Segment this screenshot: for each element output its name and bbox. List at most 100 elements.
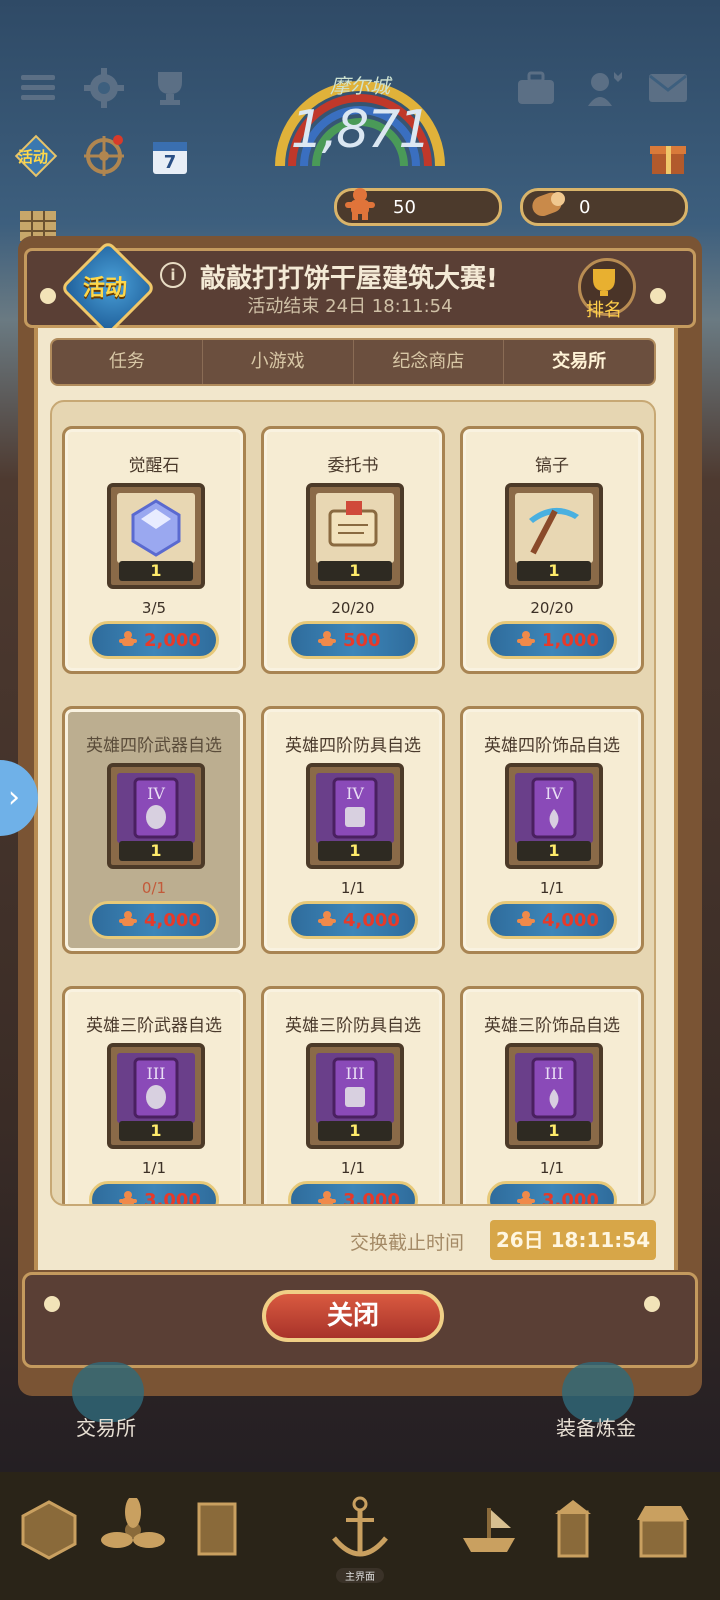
armor-selector-iv-icon: IV <box>316 773 394 843</box>
nav-propeller-icon[interactable] <box>96 1490 170 1570</box>
trophy-icon[interactable] <box>148 66 192 110</box>
gift-box-icon[interactable] <box>646 134 690 178</box>
buy-button[interactable]: 500 <box>288 621 418 659</box>
buy-button[interactable]: 4,000 <box>89 901 219 939</box>
svg-text:III: III <box>346 1064 365 1083</box>
nav-shop-icon[interactable] <box>626 1490 700 1570</box>
item-slot: III 1 <box>505 1043 603 1149</box>
item-quantity: 1 <box>517 561 591 581</box>
event-title: 敲敲打打饼干屋建筑大赛! <box>200 264 498 294</box>
mail-icon[interactable] <box>646 66 690 110</box>
event-timer: 活动结束 24日 18:11:54 <box>247 296 453 317</box>
item-stock: 20/20 <box>331 599 375 617</box>
buy-button[interactable]: 4,000 <box>487 901 617 939</box>
item-price: 2,000 <box>144 630 201 651</box>
weapon-selector-iv-icon: IV <box>117 773 195 843</box>
buy-button[interactable]: 3,000 <box>288 1181 418 1206</box>
tab-tasks[interactable]: 任务 <box>52 340 203 384</box>
gingerbread-icon <box>342 186 378 226</box>
nav-anchor-icon[interactable] <box>310 1490 410 1570</box>
awakening-stone-icon <box>117 493 195 563</box>
exchange-item-card[interactable]: 英雄三阶武器自选 III 1 1/1 3,000 <box>62 986 246 1206</box>
close-button[interactable]: 关闭 <box>262 1290 444 1342</box>
exchange-item-card[interactable]: 英雄三阶饰品自选 III 1 1/1 3,000 <box>460 986 644 1206</box>
buy-button[interactable]: 4,000 <box>288 901 418 939</box>
nav-ship-icon[interactable] <box>452 1490 526 1570</box>
svg-text:IV: IV <box>346 784 364 803</box>
item-stock: 1/1 <box>340 1159 366 1177</box>
item-quantity: 1 <box>119 841 193 861</box>
gingerbread-icon <box>119 1191 137 1204</box>
item-slot: III 1 <box>306 1043 404 1149</box>
item-price: 3,000 <box>144 1190 201 1206</box>
item-price: 3,000 <box>343 1190 400 1206</box>
exchange-item-card[interactable]: 镐子 1 20/20 1,000 <box>460 426 644 674</box>
item-price: 4,000 <box>144 910 201 931</box>
svg-text:III: III <box>147 1064 166 1083</box>
footer-ornament-right <box>644 1296 660 1312</box>
menu-icon[interactable] <box>16 66 60 110</box>
item-quantity: 1 <box>517 1121 591 1141</box>
deadline-value: 26日 18:11:54 <box>490 1220 656 1260</box>
weapon-selector-iii-icon: III <box>117 1053 195 1123</box>
nav-badge-icon[interactable] <box>12 1490 86 1570</box>
exchange-item-card[interactable]: 英雄四阶饰品自选 IV 1 1/1 4,000 <box>460 706 644 954</box>
gingerbread-icon <box>119 911 137 926</box>
gingerbread-icon <box>318 631 336 646</box>
exchange-item-card[interactable]: 觉醒石 1 3/5 2,000 <box>62 426 246 674</box>
deadline-label: 交换截止时间 <box>350 1232 465 1254</box>
toolbox-icon[interactable] <box>514 66 558 110</box>
gingerbread-icon <box>517 1191 535 1204</box>
buy-button[interactable]: 2,000 <box>89 621 219 659</box>
item-price: 1,000 <box>542 630 599 651</box>
armor-selector-iii-icon: III <box>316 1053 394 1123</box>
item-quantity: 1 <box>318 1121 392 1141</box>
gingerbread-icon <box>517 631 535 646</box>
exchange-item-card[interactable]: 英雄四阶武器自选 IV 1 0/1 4,000 <box>62 706 246 954</box>
exchange-shortcut-label[interactable]: 交易所 <box>76 1412 136 1441</box>
item-quantity: 1 <box>517 841 591 861</box>
item-quantity: 1 <box>119 561 193 581</box>
wood-log-icon <box>528 188 568 224</box>
tab-exchange[interactable]: 交易所 <box>504 340 654 384</box>
exchange-item-card[interactable]: 英雄四阶防具自选 IV 1 1/1 4,000 <box>261 706 445 954</box>
info-icon[interactable]: i <box>160 262 186 288</box>
tab-souvenir-shop[interactable]: 纪念商店 <box>354 340 505 384</box>
gingerbread-icon <box>517 911 535 926</box>
exchange-grid[interactable]: 觉醒石 1 3/5 2,000 委托书 1 20/20 500 镐子 1 20/… <box>50 400 656 1206</box>
item-name: 觉醒石 <box>128 456 180 476</box>
buy-button[interactable]: 1,000 <box>487 621 617 659</box>
exchange-item-card[interactable]: 委托书 1 20/20 500 <box>261 426 445 674</box>
accessory-selector-iv-icon: IV <box>515 773 593 843</box>
item-quantity: 1 <box>318 561 392 581</box>
scroll-icon <box>316 493 394 563</box>
item-stock: 1/1 <box>539 879 565 897</box>
ship-wheel-icon[interactable] <box>82 134 126 178</box>
svg-text:IV: IV <box>147 784 165 803</box>
buy-button[interactable]: 3,000 <box>487 1181 617 1206</box>
gingerbread-icon <box>318 911 336 926</box>
item-stock: 20/20 <box>530 599 574 617</box>
event-menu-label: 活动 <box>18 148 49 166</box>
refine-shortcut-label[interactable]: 装备炼金 <box>556 1412 636 1441</box>
tab-minigame[interactable]: 小游戏 <box>203 340 354 384</box>
item-quantity: 1 <box>119 1121 193 1141</box>
item-price: 500 <box>343 630 381 651</box>
event-badge-label: 活动 <box>82 276 127 301</box>
svg-text:IV: IV <box>545 784 563 803</box>
item-price: 3,000 <box>542 1190 599 1206</box>
gingerbread-icon <box>119 631 137 646</box>
item-name: 英雄四阶饰品自选 <box>484 736 620 756</box>
item-name: 英雄四阶防具自选 <box>285 736 421 756</box>
city-name: 摩尔城 <box>330 74 390 98</box>
item-stock: 1/1 <box>340 879 366 897</box>
nav-tower-icon[interactable] <box>536 1490 610 1570</box>
gear-icon[interactable] <box>82 66 126 110</box>
friends-icon[interactable] <box>582 66 626 110</box>
item-name: 英雄三阶武器自选 <box>86 1016 222 1036</box>
item-slot: IV 1 <box>306 763 404 869</box>
nav-banner-icon[interactable] <box>180 1490 254 1570</box>
item-name: 英雄三阶防具自选 <box>285 1016 421 1036</box>
exchange-item-card[interactable]: 英雄三阶防具自选 III 1 1/1 3,000 <box>261 986 445 1206</box>
buy-button[interactable]: 3,000 <box>89 1181 219 1206</box>
